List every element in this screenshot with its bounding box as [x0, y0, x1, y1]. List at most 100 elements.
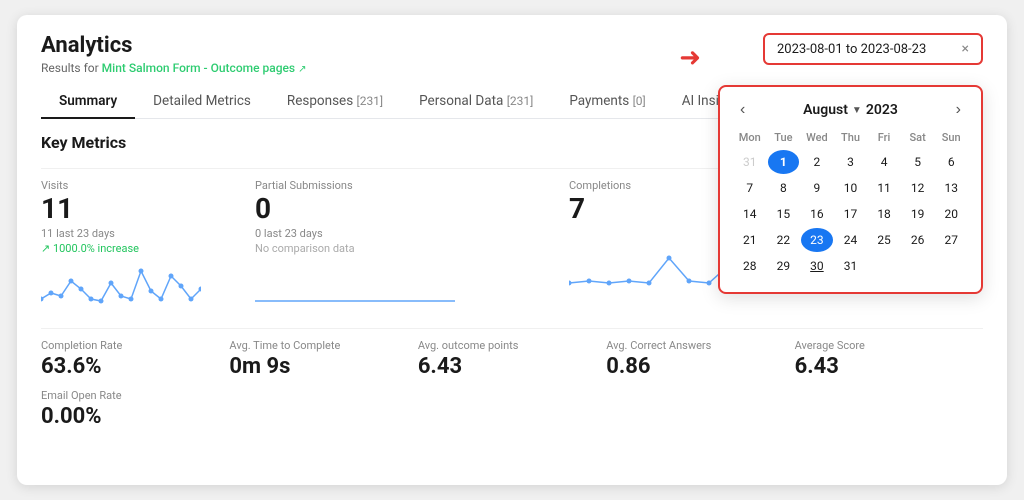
app-title: Analytics	[41, 33, 306, 59]
avg-time-value: 0m 9s	[229, 354, 407, 379]
metric-completion-rate: Completion Rate 63.6%	[41, 339, 229, 379]
metrics-row-2: Completion Rate 63.6% Avg. Time to Compl…	[41, 328, 983, 379]
close-icon[interactable]: ×	[962, 41, 969, 57]
tab-payments[interactable]: Payments [0]	[551, 85, 663, 119]
cal-day-18[interactable]: 18	[868, 202, 900, 226]
metric-email-open-rate: Email Open Rate 0.00%	[41, 389, 983, 429]
cal-day-14[interactable]: 14	[734, 202, 766, 226]
tab-personal-data[interactable]: Personal Data [231]	[401, 85, 551, 119]
subtitle-link[interactable]: Mint Salmon Form - Outcome pages	[102, 61, 295, 75]
cal-day-28[interactable]: 28	[734, 254, 766, 278]
key-metrics-title: Key Metrics	[41, 133, 126, 152]
cal-month-label: August	[803, 102, 848, 118]
main-card: Analytics Results for Mint Salmon Form -…	[17, 15, 1007, 485]
average-score-label: Average Score	[795, 339, 973, 352]
cal-day-8[interactable]: 8	[768, 176, 800, 200]
cal-day-7[interactable]: 7	[734, 176, 766, 200]
visits-sub2: ↗ 1000.0% increase	[41, 242, 241, 255]
metric-partial-submissions: Partial Submissions 0 0 last 23 days No …	[255, 179, 569, 314]
avg-time-label: Avg. Time to Complete	[229, 339, 407, 352]
completion-rate-label: Completion Rate	[41, 339, 219, 352]
payments-badge: [0]	[633, 94, 646, 108]
metric-average-score: Average Score 6.43	[795, 339, 983, 379]
date-range-wrapper: ➜ 2023-08-01 to 2023-08-23 × ‹ August ▼ …	[763, 33, 983, 65]
cal-day-13[interactable]: 13	[935, 176, 967, 200]
title-block: Analytics Results for Mint Salmon Form -…	[41, 33, 306, 75]
email-open-rate-value: 0.00%	[41, 404, 973, 429]
responses-badge: [231]	[357, 94, 384, 108]
avg-outcome-points-value: 6.43	[418, 354, 596, 379]
date-range-text: 2023-08-01 to 2023-08-23	[777, 42, 954, 57]
visits-sub1: 11 last 23 days	[41, 227, 241, 240]
average-score-value: 6.43	[795, 354, 973, 379]
subtitle: Results for Mint Salmon Form - Outcome p…	[41, 61, 306, 75]
cal-day-26[interactable]: 26	[902, 228, 934, 252]
cal-day-19[interactable]: 19	[902, 202, 934, 226]
cal-day-6[interactable]: 6	[935, 150, 967, 174]
cal-day-1[interactable]: 1	[768, 150, 800, 174]
cal-grid: MonTueWedThuFriSatSun3112345678910111213…	[734, 129, 967, 278]
cal-dow-mon: Mon	[734, 129, 766, 148]
avg-outcome-points-label: Avg. outcome points	[418, 339, 596, 352]
personal-data-badge: [231]	[507, 94, 534, 108]
cal-day-21[interactable]: 21	[734, 228, 766, 252]
avg-correct-answers-value: 0.86	[606, 354, 784, 379]
cal-next-button[interactable]: ›	[950, 99, 967, 121]
cal-day-5[interactable]: 5	[902, 150, 934, 174]
cal-day-24[interactable]: 24	[835, 228, 867, 252]
cal-year-label: 2023	[866, 102, 898, 118]
cal-day-17[interactable]: 17	[835, 202, 867, 226]
partial-sub2: No comparison data	[255, 242, 555, 255]
header-row: Analytics Results for Mint Salmon Form -…	[41, 33, 983, 75]
cal-day-16[interactable]: 16	[801, 202, 833, 226]
cal-dow-sat: Sat	[902, 129, 934, 148]
avg-correct-answers-label: Avg. Correct Answers	[606, 339, 784, 352]
metric-avg-correct-answers: Avg. Correct Answers 0.86	[606, 339, 794, 379]
visits-label: Visits	[41, 179, 241, 192]
cal-prev-button[interactable]: ‹	[734, 99, 751, 121]
partial-sub1: 0 last 23 days	[255, 227, 555, 240]
cal-day-11[interactable]: 11	[868, 176, 900, 200]
cal-day-2[interactable]: 2	[801, 150, 833, 174]
partial-sparkline	[255, 261, 555, 310]
cal-day-9[interactable]: 9	[801, 176, 833, 200]
date-range-input[interactable]: 2023-08-01 to 2023-08-23 ×	[763, 33, 983, 65]
tab-summary[interactable]: Summary	[41, 85, 135, 119]
cal-dow-wed: Wed	[801, 129, 833, 148]
cal-nav: ‹ August ▼ 2023 ›	[734, 99, 967, 121]
partial-submissions-value: 0	[255, 194, 555, 225]
cal-month-year: August ▼ 2023	[803, 102, 898, 118]
metric-avg-outcome-points: Avg. outcome points 6.43	[418, 339, 606, 379]
calendar-dropdown: ‹ August ▼ 2023 › MonTueWedThuFriSatSun3…	[718, 85, 983, 294]
completion-rate-value: 63.6%	[41, 354, 219, 379]
email-open-rate-label: Email Open Rate	[41, 389, 973, 402]
metric-avg-time: Avg. Time to Complete 0m 9s	[229, 339, 417, 379]
cal-day-20[interactable]: 20	[935, 202, 967, 226]
cal-dow-fri: Fri	[868, 129, 900, 148]
tab-detailed-metrics[interactable]: Detailed Metrics	[135, 85, 269, 119]
cal-dow-sun: Sun	[935, 129, 967, 148]
cal-day-31[interactable]: 31	[734, 150, 766, 174]
cal-day-12[interactable]: 12	[902, 176, 934, 200]
cal-day-10[interactable]: 10	[835, 176, 867, 200]
metric-visits: Visits 11 11 last 23 days ↗ 1000.0% incr…	[41, 179, 255, 314]
cal-day-3[interactable]: 3	[835, 150, 867, 174]
metrics-row-3: Email Open Rate 0.00%	[41, 389, 983, 429]
tab-responses[interactable]: Responses [231]	[269, 85, 401, 119]
cal-month-dropdown-icon[interactable]: ▼	[852, 105, 862, 116]
cal-day-15[interactable]: 15	[768, 202, 800, 226]
subtitle-prefix: Results for	[41, 61, 99, 75]
red-arrow-icon: ➜	[679, 43, 701, 73]
cal-dow-thu: Thu	[835, 129, 867, 148]
cal-day-23[interactable]: 23	[801, 228, 833, 252]
cal-day-31[interactable]: 31	[835, 254, 867, 278]
visits-value: 11	[41, 194, 241, 225]
cal-day-27[interactable]: 27	[935, 228, 967, 252]
cal-day-30[interactable]: 30	[801, 254, 833, 278]
visits-sparkline	[41, 261, 241, 310]
cal-day-22[interactable]: 22	[768, 228, 800, 252]
cal-day-4[interactable]: 4	[868, 150, 900, 174]
partial-submissions-label: Partial Submissions	[255, 179, 555, 192]
cal-day-25[interactable]: 25	[868, 228, 900, 252]
cal-day-29[interactable]: 29	[768, 254, 800, 278]
